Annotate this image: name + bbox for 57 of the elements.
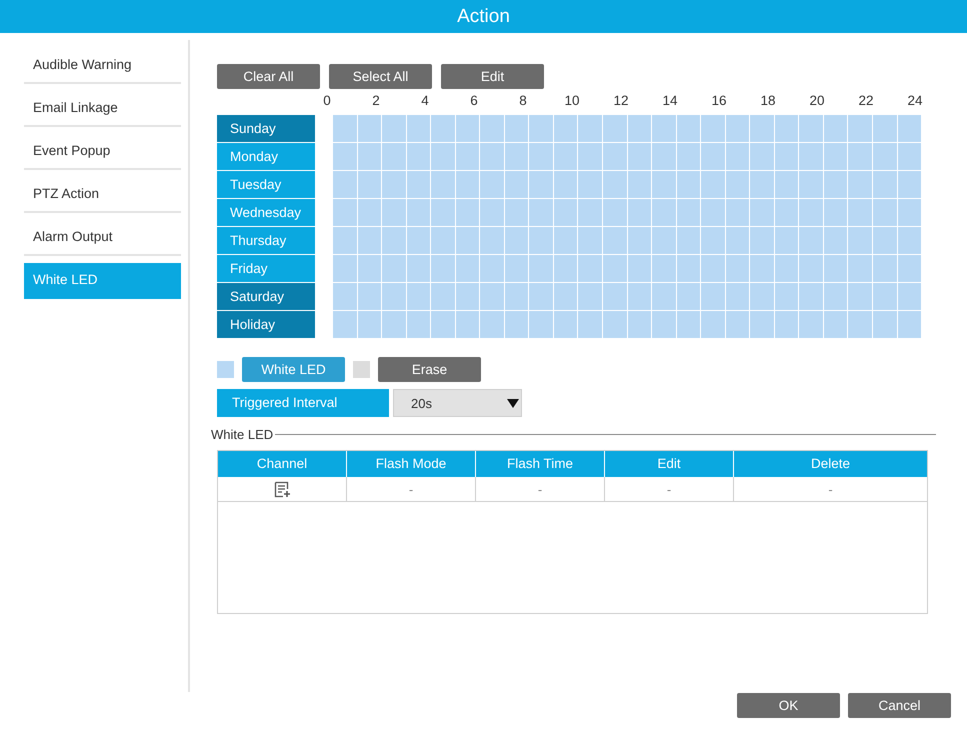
day-label[interactable]: Holiday [217,311,315,339]
hour-label: 22 [858,93,874,108]
hour-label: 18 [760,93,776,108]
hour-label: 2 [372,93,380,108]
interval-label: Triggered Interval [217,389,389,417]
day-label[interactable]: Sunday [217,115,315,143]
column-header: Delete [734,451,927,477]
schedule-row[interactable] [333,283,921,311]
column-header: Flash Time [476,451,605,477]
interval-select[interactable]: 20s [393,389,522,417]
add-note-icon[interactable] [274,480,290,498]
caret-icon [507,398,519,408]
sidebar-item[interactable]: PTZ Action [24,177,181,213]
window-title: Action [457,6,510,28]
toolbar-button[interactable]: Clear All [217,64,320,89]
schedule-row[interactable] [333,171,921,199]
hour-label: 14 [662,93,678,108]
dialog-button[interactable]: OK [737,693,840,718]
schedule-row[interactable] [333,255,921,283]
hour-label: 4 [421,93,429,108]
schedule-row[interactable] [333,227,921,255]
schedule-row[interactable] [333,115,921,143]
table-cell: - [476,477,605,502]
schedule-row[interactable] [333,311,921,339]
hour-label: 0 [323,93,331,108]
hour-label: 12 [613,93,629,108]
day-label[interactable]: Monday [217,143,315,171]
day-label[interactable]: Tuesday [217,171,315,199]
hour-label: 10 [564,93,580,108]
table-cell: - [347,477,476,502]
day-label[interactable]: Thursday [217,227,315,255]
day-label[interactable]: Saturday [217,283,315,311]
sidebar-item[interactable]: White LED [24,263,181,299]
table-cell: - [605,477,734,502]
hour-label: 24 [907,93,923,108]
column-header: Flash Mode [347,451,476,477]
toolbar-button[interactable]: Edit [441,64,544,89]
sidebar-item[interactable]: Audible Warning [24,48,181,84]
sidebar-item[interactable]: Event Popup [24,134,181,170]
day-label[interactable]: Friday [217,255,315,283]
table-cell: - [734,477,927,502]
dialog-button[interactable]: Cancel [848,693,951,718]
hour-label: 16 [711,93,727,108]
column-header: Edit [605,451,734,477]
column-header: Channel [218,451,347,477]
day-label[interactable]: Wednesday [217,199,315,227]
schedule-row[interactable] [333,143,921,171]
sidebar-item[interactable]: Email Linkage [24,91,181,127]
sidebar-item[interactable]: Alarm Output [24,220,181,256]
section-title: White LED [211,427,274,442]
hour-label: 8 [519,93,527,108]
brush-button[interactable]: Erase [378,356,481,382]
schedule-row[interactable] [333,199,921,227]
hour-label: 20 [809,93,825,108]
brush-button[interactable]: White LED [242,356,345,382]
toolbar-button[interactable]: Select All [329,64,432,89]
hour-label: 6 [470,93,478,108]
